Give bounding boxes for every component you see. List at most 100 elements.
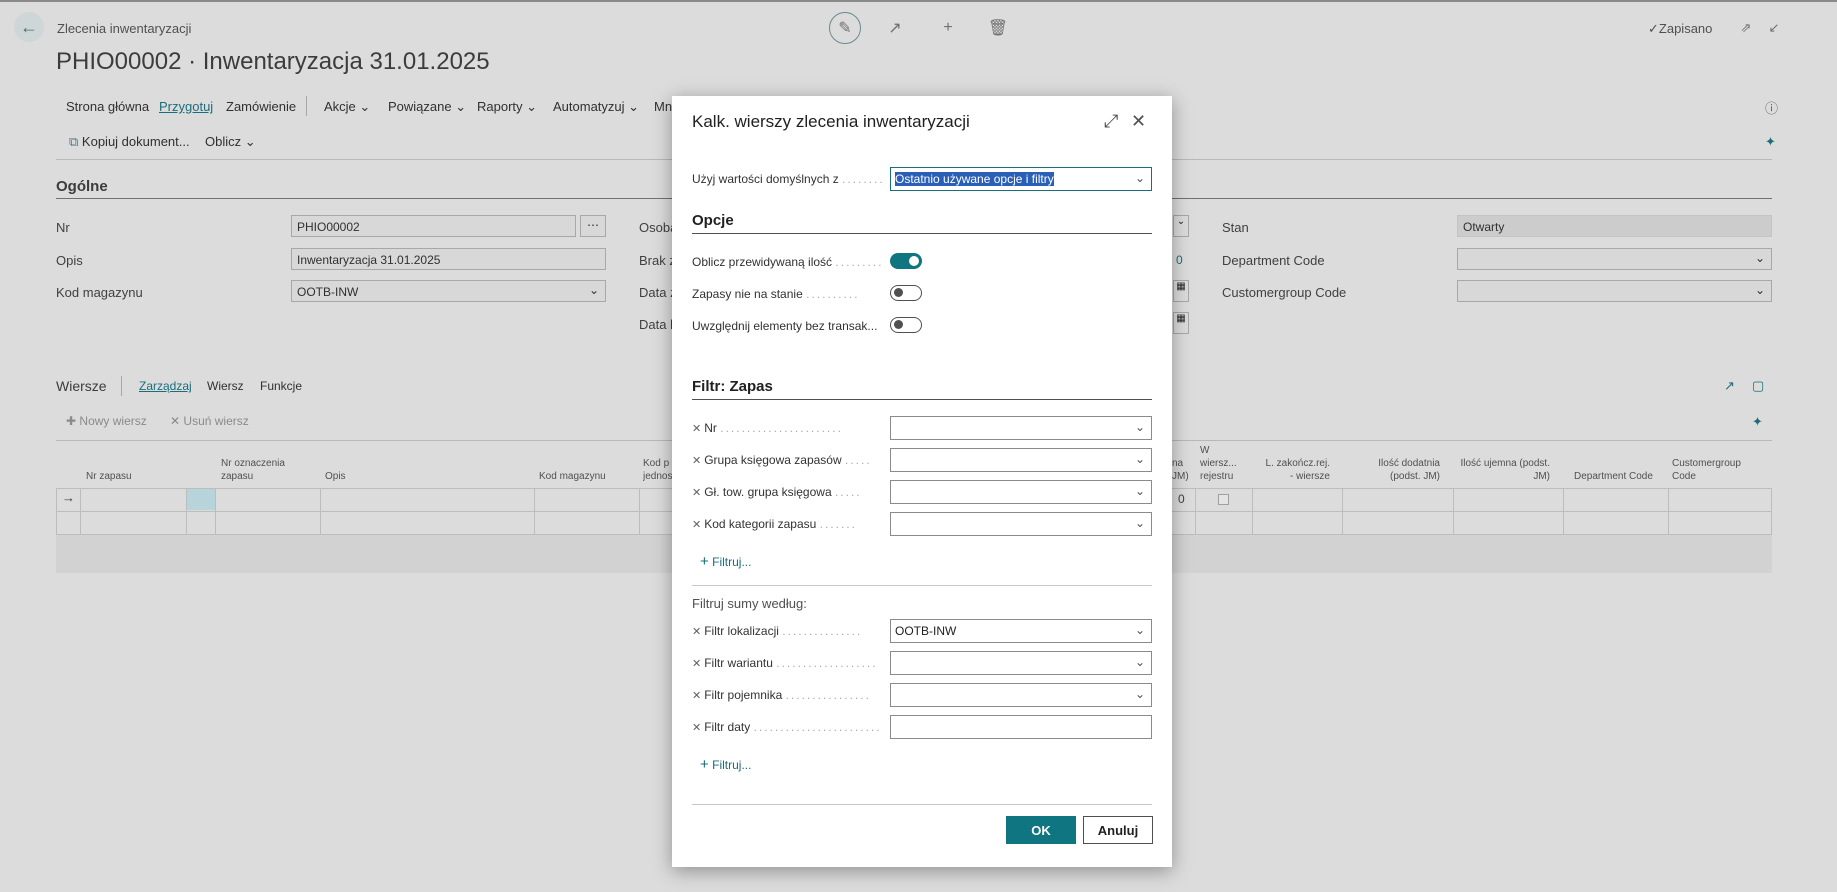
filter-nr-input[interactable]: ⌄ (890, 416, 1152, 440)
filter-inventory-posting-group-input[interactable]: ⌄ (890, 448, 1152, 472)
leader-dots: ......... (835, 255, 882, 269)
menu-order[interactable]: Zamówienie (226, 99, 296, 114)
menu-automate[interactable]: Automatyzuj ⌄ (553, 99, 639, 115)
options-section-title[interactable]: Opcje (692, 212, 734, 229)
menu-reports[interactable]: Raporty ⌄ (477, 99, 537, 115)
share-lines-icon[interactable]: ↗ (1724, 378, 1735, 394)
expand-icon[interactable]: ⤢ (1104, 111, 1118, 132)
col-kod-p[interactable]: Kod p jednos (643, 457, 673, 483)
new-line-icon: ✚ (66, 414, 77, 428)
nr-assist-button[interactable]: ⋯ (580, 215, 606, 237)
divider (692, 585, 1152, 586)
tab-manage[interactable]: Zarządzaj (139, 379, 192, 393)
leader-dots: ..... (834, 485, 862, 499)
plus-icon: + (700, 756, 709, 773)
tab-line[interactable]: Wiersz (207, 379, 244, 393)
remove-filter-icon[interactable]: ✕ (692, 487, 701, 499)
toggle-expected-qty[interactable] (890, 253, 922, 269)
toggle-out-of-stock[interactable] (890, 285, 922, 301)
menu-prepare[interactable]: Przygotuj (159, 99, 213, 114)
copy-document-button[interactable]: ⧉ Kopiuj dokument... (69, 134, 190, 150)
pin-icon[interactable]: ✦ (1765, 134, 1776, 150)
toggle-knob (909, 256, 919, 266)
col-nr-oznaczenia[interactable]: Nr oznaczenia zapasu (221, 457, 291, 483)
menu-home[interactable]: Strona główna (66, 99, 149, 114)
chevron-down-icon[interactable]: ⌄ (1173, 215, 1189, 237)
remove-filter-icon[interactable]: ✕ (692, 722, 701, 734)
menu-related[interactable]: Powiązane ⌄ (388, 99, 466, 115)
menu-related-label: Powiązane (388, 99, 452, 114)
total-location-input[interactable]: OOTB-INW ⌄ (890, 619, 1152, 643)
remove-filter-icon[interactable]: ✕ (692, 423, 701, 435)
delete-trash-icon[interactable]: 🗑 (982, 12, 1014, 44)
col-opis[interactable]: Opis (325, 470, 346, 483)
col-l-zakoncz[interactable]: L. zakończ.rej. - wiersze (1260, 457, 1330, 483)
leader-dots: ................... (776, 656, 878, 670)
selected-cell[interactable] (187, 489, 215, 510)
delete-line-button[interactable]: ✕ Usuń wiersz (170, 414, 249, 428)
tab-functions[interactable]: Funkcje (260, 379, 302, 393)
edit-pencil-icon[interactable]: ✎ (829, 12, 861, 44)
customergroup-code-field[interactable]: ⌄ (1457, 280, 1772, 302)
chevron-down-icon: ⌄ (1134, 420, 1145, 434)
add-new-icon[interactable]: + (932, 12, 964, 44)
col-department-code[interactable]: Department Code (1574, 470, 1653, 483)
add-filter-link[interactable]: + Filtruj... (700, 553, 751, 570)
remove-filter-icon[interactable]: ✕ (692, 690, 701, 702)
ok-button[interactable]: OK (1006, 816, 1076, 844)
filter-category-code-input[interactable]: ⌄ (890, 512, 1152, 536)
cancel-button[interactable]: Anuluj (1083, 816, 1153, 844)
collapse-icon[interactable]: ↙ (1758, 12, 1790, 44)
total-date-input[interactable] (890, 715, 1152, 739)
breadcrumb[interactable]: Zlecenia inwentaryzacji (57, 21, 191, 36)
filter-label-nr: ✕ Nr ....................... (692, 421, 882, 435)
nr-field[interactable]: PHIO00002 (291, 215, 576, 237)
total-variant-input[interactable]: ⌄ (890, 651, 1152, 675)
col-customergroup-code[interactable]: Customergroup Code (1672, 457, 1752, 483)
row-arrow-icon: → (62, 490, 75, 505)
chevron-down-icon: ⌄ (1754, 283, 1765, 297)
remove-filter-icon[interactable]: ✕ (692, 626, 701, 638)
calendar-icon[interactable]: ▦ (1173, 312, 1189, 334)
col-kod-magazynu[interactable]: Kod magazynu (539, 470, 606, 483)
info-icon[interactable]: ⓘ (1765, 98, 1778, 117)
filter-gen-prod-posting-group-input[interactable]: ⌄ (890, 480, 1152, 504)
saved-status-label: Zapisano (1658, 21, 1713, 36)
col-ilosc-dodatnia[interactable]: Ilość dodatnia (podst. JM) (1370, 457, 1440, 483)
col-jm[interactable]: na JM) (1172, 457, 1192, 483)
expand-lines-icon[interactable]: ▢ (1752, 378, 1764, 394)
total-label-variant-text: Filtr wariantu (704, 656, 773, 670)
close-icon[interactable]: ✕ (1131, 111, 1146, 132)
share-icon[interactable]: ↗ (879, 12, 911, 44)
chevron-down-icon: ⌄ (1134, 171, 1145, 185)
calendar-icon[interactable]: ▦ (1173, 280, 1189, 302)
leader-dots: ....... (819, 517, 857, 531)
total-bin-input[interactable]: ⌄ (890, 683, 1152, 707)
remove-filter-icon[interactable]: ✕ (692, 455, 701, 467)
register-checkbox[interactable] (1218, 494, 1229, 505)
remove-filter-icon[interactable]: ✕ (692, 519, 701, 531)
leader-dots: ............... (782, 624, 863, 638)
toggle-no-transactions[interactable] (890, 317, 922, 333)
kod-magazynu-field[interactable]: OOTB-INW ⌄ (291, 280, 606, 302)
calculate-menu-button[interactable]: Oblicz ⌄ (205, 134, 256, 150)
defaults-select[interactable]: Ostatnio używane opcje i filtry ⌄ (890, 167, 1152, 191)
filter-label-category-code: ✕ Kod kategorii zapasu ....... (692, 517, 882, 531)
option-label-out-of-stock-text: Zapasy nie na stanie (692, 287, 803, 301)
back-button[interactable]: ← (14, 12, 44, 42)
remove-filter-icon[interactable]: ✕ (692, 658, 701, 670)
pin-lines-icon[interactable]: ✦ (1752, 414, 1763, 430)
add-filter-link[interactable]: + Filtruj... (700, 756, 751, 773)
opis-field[interactable]: Inwentaryzacja 31.01.2025 (291, 248, 606, 270)
leader-dots: ..... (844, 453, 872, 467)
filter-section-title[interactable]: Filtr: Zapas (692, 378, 773, 395)
col-w-wierszu[interactable]: W wiersz... rejestru (1200, 444, 1242, 483)
lines-section-title[interactable]: Wiersze (56, 378, 107, 394)
menu-actions[interactable]: Akcje ⌄ (324, 99, 370, 115)
department-code-field[interactable]: ⌄ (1457, 248, 1772, 270)
col-nr-zapasu[interactable]: Nr zapasu (86, 470, 132, 483)
new-line-button[interactable]: ✚ Nowy wiersz (66, 414, 147, 428)
general-section-title[interactable]: Ogólne (56, 178, 108, 195)
col-ilosc-ujemna[interactable]: Ilość ujemna (podst. JM) (1458, 457, 1551, 483)
menu-more[interactable]: Mn (654, 99, 672, 114)
